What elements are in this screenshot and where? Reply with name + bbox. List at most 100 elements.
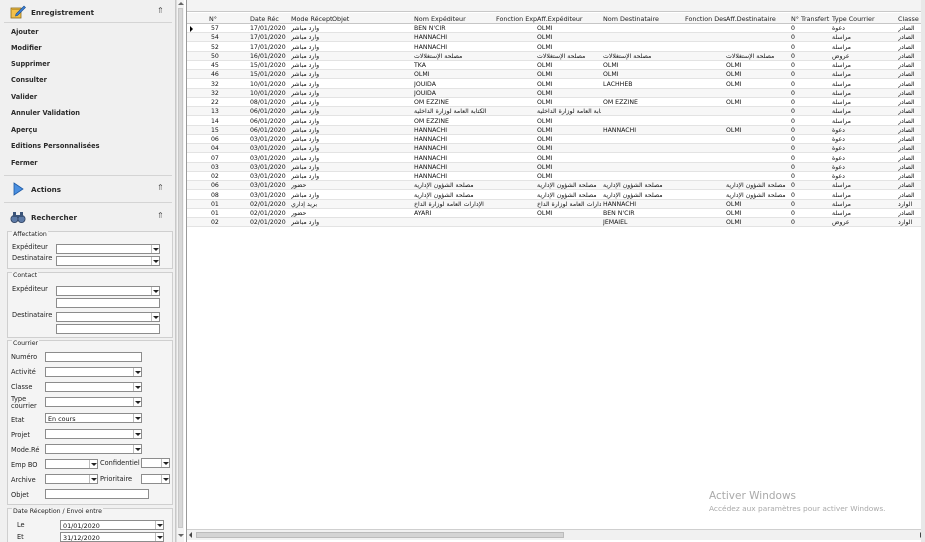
menu-apercu[interactable]: Aperçu: [11, 126, 37, 134]
dropdown-arrow-icon[interactable]: [133, 368, 141, 376]
collapse-chevron-icon[interactable]: ⇑: [157, 6, 164, 15]
date-le-picker[interactable]: 01/01/2020: [60, 520, 164, 530]
dropdown-arrow-icon[interactable]: [151, 245, 159, 253]
col-header-aff-expediteur[interactable]: Aff.Expéditeur: [537, 15, 583, 23]
actions-header[interactable]: Actions ⇑: [0, 180, 172, 198]
dropdown-arrow-icon[interactable]: [151, 313, 159, 321]
affectation-expediteur-select[interactable]: [56, 244, 160, 254]
table-row[interactable]: 52 17/01/2020 وارد مباشر HANNACHI OLMI 0 مراسل…: [187, 43, 925, 52]
col-header-nom-destinataire[interactable]: Nom Destinataire: [603, 15, 659, 23]
table-row[interactable]: 14 06/01/2020 وارد مباشر OM EZZINE OLMI 0 مراس…: [187, 117, 925, 126]
col-header-fonction-exp[interactable]: Fonction Exp: [496, 15, 537, 23]
emp-bo-select[interactable]: [45, 459, 98, 469]
scroll-up-arrow-icon[interactable]: [178, 1, 184, 7]
etat-select[interactable]: En cours: [45, 413, 142, 423]
col-header-date-rec[interactable]: Date Réc: [250, 15, 279, 23]
left-panel-scrollbar[interactable]: [176, 0, 184, 542]
col-header-fonction-des[interactable]: Fonction Des: [685, 15, 726, 23]
contact-destinataire-detail[interactable]: [56, 324, 160, 334]
dropdown-arrow-icon[interactable]: [155, 533, 163, 541]
cell-type-courrier: عروض: [832, 52, 850, 60]
dropdown-arrow-icon[interactable]: [161, 475, 169, 483]
table-row[interactable]: 02 03/01/2020 وارد مباشر HANNACHI OLMI 0 دعوة ا…: [187, 172, 925, 182]
confidentiel-select[interactable]: [141, 458, 170, 468]
menu-modifier[interactable]: Modifier: [11, 44, 42, 52]
table-row[interactable]: 57 17/01/2020 وارد مباشر BEN N'CIR OLMI 0 دعوة…: [187, 24, 925, 34]
activite-select[interactable]: [45, 367, 142, 377]
classe-select[interactable]: [45, 382, 142, 392]
date-et-picker[interactable]: 31/12/2020: [60, 532, 164, 542]
table-row[interactable]: 22 08/01/2020 وارد مباشر OM EZZINE OLMI OM EZ…: [187, 98, 925, 108]
table-row[interactable]: 32 10/01/2020 وارد مباشر JOUIDA OLMI LACHHEB O…: [187, 80, 925, 89]
table-row[interactable]: 32 10/01/2020 وارد مباشر JOUIDA OLMI 0 مراسلة ا…: [187, 88, 925, 98]
prioritaire-select[interactable]: [141, 474, 170, 484]
table-row[interactable]: 46 15/01/2020 وارد مباشر OLMI OLMI OLMI OLMI 0 م…: [187, 70, 925, 80]
mode-re-select[interactable]: [45, 444, 142, 454]
col-header-nom-expediteur[interactable]: Nom Expéditeur: [414, 15, 466, 23]
col-header-aff-destinataire[interactable]: Aff.Destinataire: [726, 15, 776, 23]
collapse-chevron-icon[interactable]: ⇑: [157, 183, 164, 192]
dropdown-arrow-icon[interactable]: [133, 414, 141, 422]
dropdown-arrow-icon[interactable]: [133, 398, 141, 406]
objet-input[interactable]: [45, 489, 149, 499]
dropdown-arrow-icon[interactable]: [151, 257, 159, 265]
scroll-left-arrow-icon[interactable]: [189, 532, 192, 538]
dropdown-arrow-icon[interactable]: [89, 475, 97, 483]
menu-fermer[interactable]: Fermer: [11, 159, 38, 167]
dropdown-arrow-icon[interactable]: [133, 445, 141, 453]
dropdown-arrow-icon[interactable]: [151, 287, 159, 295]
menu-valider[interactable]: Valider: [11, 93, 37, 101]
menu-annuler-validation[interactable]: Annuler Validation: [11, 109, 80, 117]
menu-supprimer[interactable]: Supprimer: [11, 60, 50, 68]
table-row[interactable]: 03 03/01/2020 وارد مباشر HANNACHI OLMI 0 دعوة ا…: [187, 162, 925, 172]
contact-expediteur-detail[interactable]: [56, 298, 160, 308]
col-header-objet[interactable]: Objet: [332, 15, 349, 23]
menu-editions-personnalisees[interactable]: Editions Personnalisées: [11, 142, 100, 150]
table-row[interactable]: 01 02/01/2020 بريد إداري الإدارات العامة لو…: [187, 199, 925, 209]
table-row[interactable]: 54 17/01/2020 وارد مباشر HANNACHI OLMI 0 مراسل…: [187, 33, 925, 43]
table-row[interactable]: 50 16/01/2020 وارد مباشر مصلحة الإستغلالات م…: [187, 51, 925, 61]
cell-nom-expediteur: HANNACHI: [414, 136, 448, 143]
contact-expediteur-select[interactable]: [56, 286, 160, 296]
rechercher-header[interactable]: Rechercher ⇑: [0, 208, 172, 226]
cell-numero-transfert: 0: [791, 191, 795, 199]
col-header-mode-recept[interactable]: Mode Récept: [291, 15, 333, 23]
cell-numero-transfert: 0: [791, 117, 795, 125]
table-row[interactable]: 04 03/01/2020 وارد مباشر HANNACHI OLMI 0 دعوة ا…: [187, 144, 925, 154]
affectation-destinataire-select[interactable]: [56, 256, 160, 266]
numero-input[interactable]: [45, 352, 142, 362]
horizontal-scroll-thumb[interactable]: [196, 532, 564, 538]
table-row[interactable]: 13 06/01/2020 وارد مباشر الكتابة العامة لوز…: [187, 107, 925, 117]
dropdown-arrow-icon[interactable]: [133, 383, 141, 391]
cell-classe: الصادر: [898, 126, 915, 134]
table-row[interactable]: 45 15/01/2020 وارد مباشر TKA OLMI OLMI OLMI 0 مر…: [187, 61, 925, 71]
table-row[interactable]: 15 06/01/2020 وارد مباشر HANNACHI OLMI HANNAC…: [187, 125, 925, 135]
table-row[interactable]: 01 02/01/2020 حضور AYARI OLMI BEN N'CIR OLMI 0 م…: [187, 209, 925, 219]
scroll-down-arrow-icon[interactable]: [178, 533, 184, 539]
collapse-chevron-icon[interactable]: ⇑: [157, 211, 164, 220]
dropdown-arrow-icon[interactable]: [161, 459, 169, 467]
table-row[interactable]: 08 03/01/2020 وارد مباشر مصلحة الشؤون الإدا…: [187, 191, 925, 200]
col-header-type-courrier[interactable]: Type Courrier: [832, 15, 875, 23]
col-header-classe[interactable]: Classe: [898, 15, 919, 23]
table-row[interactable]: 06 03/01/2020 حضور مصلحة الشؤون الإدارية مصل…: [187, 181, 925, 191]
cell-mode-recept: وارد مباشر: [291, 191, 320, 199]
type-courrier-select[interactable]: [45, 397, 142, 407]
dropdown-arrow-icon[interactable]: [155, 521, 163, 529]
dropdown-arrow-icon[interactable]: [133, 430, 141, 438]
scroll-thumb[interactable]: [178, 8, 183, 528]
table-row[interactable]: 02 02/01/2020 وارد مباشر JEMAIEL OLMI 0 عروض ال…: [187, 218, 925, 228]
grid-horizontal-scrollbar[interactable]: [187, 529, 925, 540]
table-row[interactable]: 06 03/01/2020 وارد مباشر HANNACHI OLMI 0 دعوة ا…: [187, 135, 925, 145]
menu-ajouter[interactable]: Ajouter: [11, 28, 38, 36]
archive-select[interactable]: [45, 474, 98, 484]
enregistrement-header[interactable]: Enregistrement ⇑: [0, 3, 172, 21]
col-header-numero[interactable]: N°: [209, 15, 217, 23]
contact-destinataire-select[interactable]: [56, 312, 160, 322]
table-row[interactable]: 07 03/01/2020 وارد مباشر HANNACHI OLMI 0 دعوة ا…: [187, 154, 925, 163]
col-header-numero-transfert[interactable]: N° Transfert: [791, 15, 829, 23]
cell-classe: الصادر: [898, 89, 915, 97]
menu-consulter[interactable]: Consulter: [11, 76, 47, 84]
projet-select[interactable]: [45, 429, 142, 439]
dropdown-arrow-icon[interactable]: [89, 460, 97, 468]
